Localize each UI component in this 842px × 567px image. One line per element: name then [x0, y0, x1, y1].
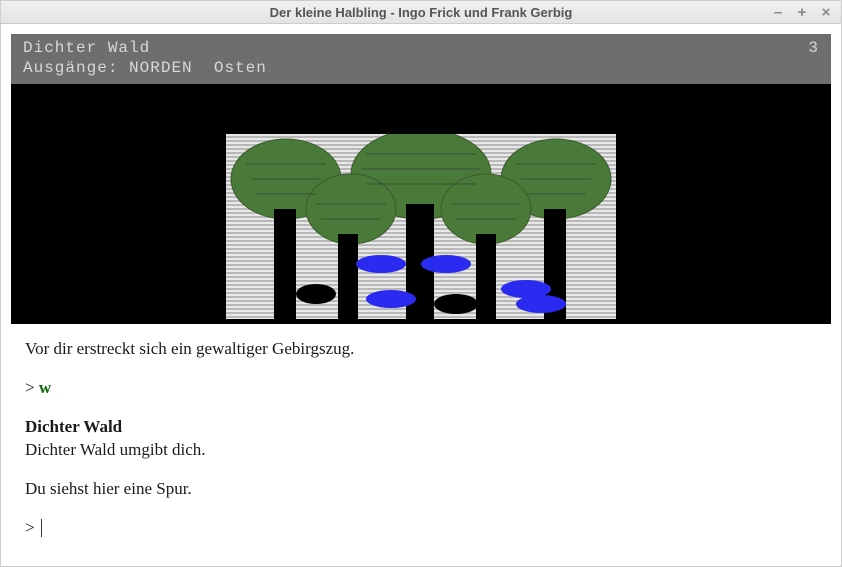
titlebar[interactable]: Der kleine Halbling - Ingo Frick und Fra… [1, 1, 841, 24]
room-description: Dichter Wald umgibt dich. [25, 440, 206, 459]
narrative-intro: Vor dir erstreckt sich ein gewaltiger Ge… [25, 338, 817, 361]
status-bar: Dichter Wald 3 Ausgänge: NORDEN Osten [11, 34, 831, 83]
room-heading-block: Dichter Wald Dichter Wald umgibt dich. [25, 416, 817, 462]
room-title: Dichter Wald [25, 417, 122, 436]
previous-command: w [39, 378, 51, 397]
command-prompt[interactable]: > [25, 517, 817, 540]
exit-secondary: Osten [214, 59, 267, 77]
exit-primary: NORDEN [129, 59, 193, 77]
transcript: Vor dir erstreckt sich ein gewaltiger Ge… [11, 324, 831, 556]
observation: Du siehst hier eine Spur. [25, 478, 817, 501]
client-area: Dichter Wald 3 Ausgänge: NORDEN Osten [1, 24, 841, 566]
previous-command-line: > w [25, 377, 817, 400]
window-title: Der kleine Halbling - Ingo Frick und Fra… [270, 5, 573, 20]
prompt-symbol-current: > [25, 517, 35, 540]
text-cursor [41, 519, 42, 537]
exits-label: Ausgänge: [23, 59, 118, 77]
scene-panel: Dichter Wald 3 Ausgänge: NORDEN Osten [11, 34, 831, 324]
maximize-button[interactable]: + [795, 5, 809, 20]
minimize-button[interactable]: – [771, 5, 785, 20]
scene-image [226, 134, 616, 319]
close-button[interactable]: × [819, 5, 833, 20]
app-window: Der kleine Halbling - Ingo Frick und Fra… [0, 0, 842, 567]
forest-illustration [226, 134, 616, 319]
prompt-symbol: > [25, 378, 35, 397]
window-controls: – + × [771, 1, 833, 23]
status-score: 3 [808, 39, 819, 58]
status-room: Dichter Wald [23, 39, 150, 58]
